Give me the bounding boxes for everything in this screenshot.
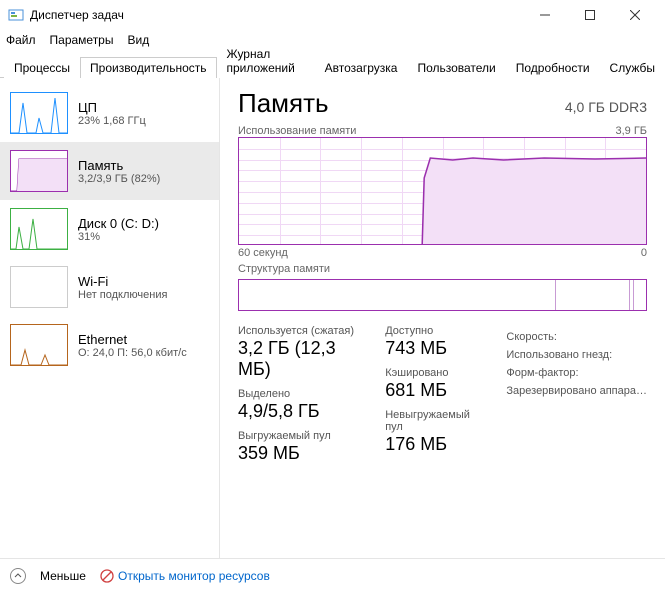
sidebar-disk-title: Диск 0 (C: D:) xyxy=(78,216,159,231)
menu-view[interactable]: Вид xyxy=(127,33,149,47)
memory-composition-bar[interactable] xyxy=(238,279,647,311)
titlebar: Диспетчер задач xyxy=(0,0,665,30)
stats: Используется (сжатая) 3,2 ГБ (12,3 МБ) В… xyxy=(238,325,647,464)
main-title: Память xyxy=(238,88,329,119)
tab-details[interactable]: Подробности xyxy=(506,57,600,78)
tab-app-history[interactable]: Журнал приложений xyxy=(217,43,315,78)
ethernet-thumb xyxy=(10,324,68,366)
sidebar-item-ethernet[interactable]: EthernetО: 24,0 П: 56,0 кбит/с xyxy=(0,316,219,374)
main-panel: Память 4,0 ГБ DDR3 Использование памяти … xyxy=(220,78,665,558)
sidebar-item-disk[interactable]: Диск 0 (C: D:)31% xyxy=(0,200,219,258)
available-value: 743 МБ xyxy=(385,338,476,359)
open-resource-monitor-link[interactable]: Открыть монитор ресурсов xyxy=(100,569,270,583)
composition-label: Структура памяти xyxy=(238,263,330,275)
cached-value: 681 МБ xyxy=(385,380,476,401)
axis-right: 0 xyxy=(641,247,647,259)
sidebar-memory-sub: 3,2/3,9 ГБ (82%) xyxy=(78,173,160,185)
content: ЦП23% 1,68 ГГц Память3,2/3,9 ГБ (82%) Ди… xyxy=(0,78,665,558)
sidebar-disk-sub: 31% xyxy=(78,231,159,243)
sidebar-wifi-title: Wi-Fi xyxy=(78,274,167,289)
app-icon xyxy=(8,7,24,23)
paged-label: Выгружаемый пул xyxy=(238,430,355,442)
menubar: Файл Параметры Вид xyxy=(0,30,665,50)
cpu-thumb xyxy=(10,92,68,134)
main-subtitle: 4,0 ГБ DDR3 xyxy=(565,99,647,115)
menu-file[interactable]: Файл xyxy=(6,33,36,47)
reserved-label: Зарезервировано аппара… xyxy=(506,385,647,397)
usage-max: 3,9 ГБ xyxy=(615,125,647,137)
fewer-details-label[interactable]: Меньше xyxy=(40,569,86,583)
wifi-thumb xyxy=(10,266,68,308)
sidebar-eth-title: Ethernet xyxy=(78,332,187,347)
minimize-button[interactable] xyxy=(522,0,567,30)
tabs: Процессы Производительность Журнал прило… xyxy=(0,54,665,78)
slots-label: Использовано гнезд: xyxy=(506,349,647,361)
tab-performance[interactable]: Производительность xyxy=(80,57,216,78)
usage-label: Использование памяти xyxy=(238,125,356,137)
sidebar-item-cpu[interactable]: ЦП23% 1,68 ГГц xyxy=(0,84,219,142)
in-use-label: Используется (сжатая) xyxy=(238,325,355,337)
tab-startup[interactable]: Автозагрузка xyxy=(315,57,408,78)
nonpaged-label: Невыгружаемый пул xyxy=(385,409,476,433)
open-resource-monitor-text: Открыть монитор ресурсов xyxy=(118,569,270,583)
paged-value: 359 МБ xyxy=(238,443,355,464)
tab-users[interactable]: Пользователи xyxy=(407,57,505,78)
close-button[interactable] xyxy=(612,0,657,30)
fewer-details-chevron-icon[interactable] xyxy=(10,568,26,584)
sidebar-item-memory[interactable]: Память3,2/3,9 ГБ (82%) xyxy=(0,142,219,200)
cached-label: Кэшировано xyxy=(385,367,476,379)
sidebar-cpu-sub: 23% 1,68 ГГц xyxy=(78,115,146,127)
tab-processes[interactable]: Процессы xyxy=(4,57,80,78)
sidebar-memory-title: Память xyxy=(78,158,160,173)
tab-services[interactable]: Службы xyxy=(600,57,665,78)
nonpaged-value: 176 МБ xyxy=(385,434,476,455)
window-title: Диспетчер задач xyxy=(30,8,124,22)
memory-usage-chart[interactable] xyxy=(238,137,647,245)
maximize-button[interactable] xyxy=(567,0,612,30)
axis-left: 60 секунд xyxy=(238,247,288,259)
memory-thumb xyxy=(10,150,68,192)
sidebar: ЦП23% 1,68 ГГц Память3,2/3,9 ГБ (82%) Ди… xyxy=(0,78,220,558)
disk-thumb xyxy=(10,208,68,250)
sidebar-item-wifi[interactable]: Wi-FiНет подключения xyxy=(0,258,219,316)
in-use-value: 3,2 ГБ (12,3 МБ) xyxy=(238,338,355,380)
sidebar-eth-sub: О: 24,0 П: 56,0 кбит/с xyxy=(78,347,187,359)
committed-value: 4,9/5,8 ГБ xyxy=(238,401,355,422)
sidebar-wifi-sub: Нет подключения xyxy=(78,289,167,301)
available-label: Доступно xyxy=(385,325,476,337)
resource-monitor-icon xyxy=(100,569,114,583)
speed-label: Скорость: xyxy=(506,331,647,343)
form-label: Форм-фактор: xyxy=(506,367,647,379)
menu-options[interactable]: Параметры xyxy=(50,33,114,47)
sidebar-cpu-title: ЦП xyxy=(78,100,146,115)
committed-label: Выделено xyxy=(238,388,355,400)
footer: Меньше Открыть монитор ресурсов xyxy=(0,558,665,592)
